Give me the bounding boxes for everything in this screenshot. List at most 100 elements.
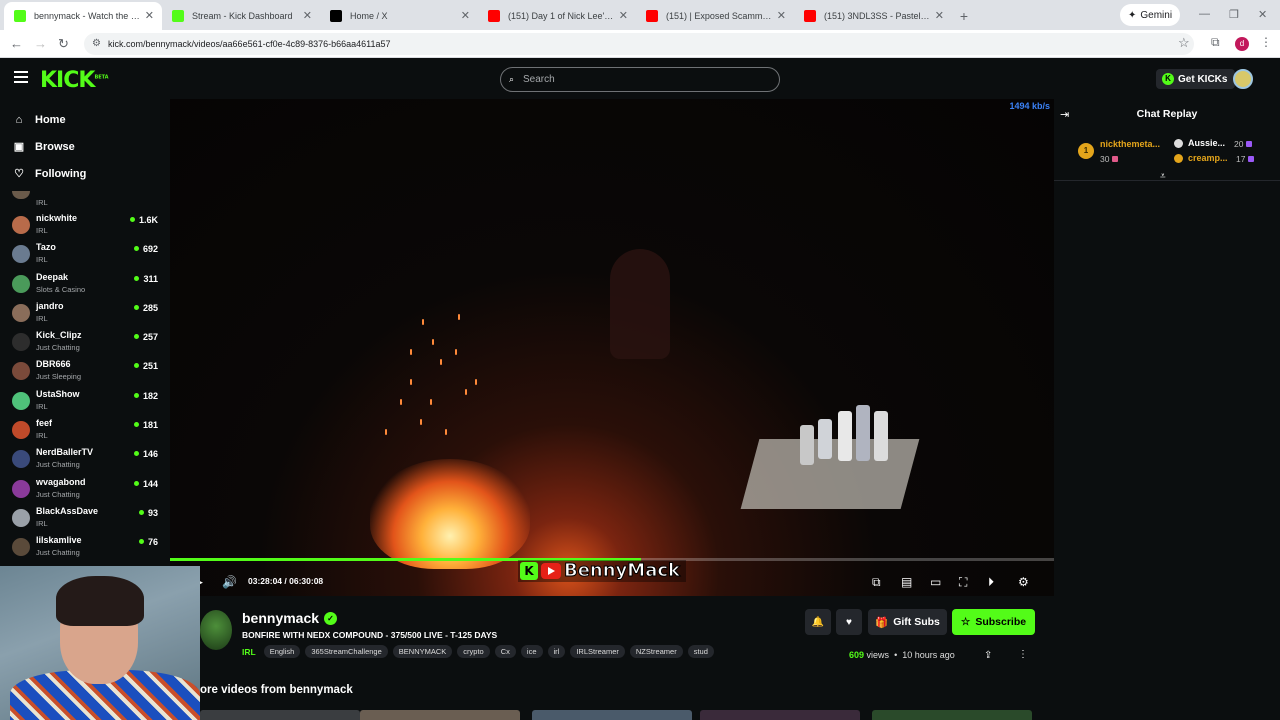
sidebar-item-browse[interactable]: ▣ Browse [0,134,170,161]
channel-name: feef [36,418,53,429]
channel-category: IRL [36,431,48,441]
url-field[interactable]: ⚙ kick.com/bennymack/videos/aa66e561-cf0… [84,33,1194,55]
theater-mode-icon[interactable]: ▭ [930,575,941,589]
close-window-button[interactable]: ✕ [1258,8,1267,21]
follow-heart-button[interactable]: ♥ [836,609,862,635]
gemini-button[interactable]: ✦ Gemini [1120,4,1181,26]
tag-chip[interactable]: NZStreamer [629,645,683,658]
site-info-icon[interactable]: ⚙ [92,33,101,55]
fire-spark [400,399,402,405]
tag-chip[interactable]: Cx [494,645,516,658]
tag-chip[interactable]: English [263,645,301,658]
browser-menu-icon[interactable]: ⋮ [1260,35,1272,49]
sidebar-channel-item[interactable]: Tazo IRL 692 [0,239,170,268]
close-tab-icon[interactable]: ✕ [619,9,628,22]
sidebar-channel-item[interactable]: jandro IRL 285 [0,298,170,327]
close-tab-icon[interactable]: ✕ [935,9,944,22]
settings-gear-icon[interactable]: ⚙ [1018,575,1029,589]
tag-chip[interactable]: BENNYMACK [392,645,453,658]
gift-subs-button[interactable]: 🎁 Gift Subs [868,609,947,635]
get-kicks-button[interactable]: K Get KICKs [1156,69,1236,89]
profile-avatar[interactable]: d [1235,37,1249,51]
fullscreen-icon[interactable]: ⛶ [959,575,967,590]
top-gifters: 1 nickthemeta... 30 Aussie... 20 creamp.… [1054,129,1280,181]
channel-avatar[interactable] [200,610,232,650]
sidebar-item-home[interactable]: ⌂ Home [0,107,170,134]
playback-speed-icon[interactable]: ⏵ [988,575,994,590]
maximize-button[interactable]: ❐ [1229,8,1239,21]
reload-icon[interactable]: ↻ [58,36,69,52]
tag-chip[interactable]: ice [520,645,543,658]
browser-tab[interactable]: (151) 3NDL3SS - Pastel Gho ✕ [794,2,952,30]
sidebar-channel-item[interactable]: DBR666 Just Sleeping 251 [0,356,170,385]
tag-chip[interactable]: IRLStreamer [570,645,625,658]
sidebar-item-following[interactable]: ♡ Following [0,161,170,188]
close-tab-icon[interactable]: ✕ [461,9,470,22]
gifter-name[interactable]: creamp... [1188,153,1228,163]
fire-spark [420,419,422,425]
channel-category: Just Chatting [36,548,80,558]
kick-logo[interactable]: KICKBETA [40,68,109,93]
more-options-icon[interactable]: ⋮ [1018,649,1028,660]
extensions-icon[interactable]: ⧉ [1211,35,1220,50]
sidebar-channel-item[interactable]: BlackAssDave IRL 93 [0,503,170,532]
video-thumbnail[interactable] [200,710,360,720]
tag-chip[interactable]: stud [687,645,714,658]
tag-chip[interactable]: irl [547,645,566,658]
sidebar-channel-item[interactable]: Kick_Clipz Just Chatting 257 [0,327,170,356]
kicks-coin-icon: K [1162,73,1174,85]
sidebar-channel-item[interactable]: wvagabond Just Chatting 144 [0,474,170,503]
channel-name: lilskamlive [36,535,82,546]
back-icon[interactable]: ← [10,36,23,51]
sidebar-channel-item[interactable]: NerdBallerTV Just Chatting 146 [0,444,170,473]
channel-name: BlackAssDave [36,505,99,516]
menu-icon[interactable] [14,71,28,85]
close-tab-icon[interactable]: ✕ [145,9,154,22]
minimize-button[interactable]: — [1199,8,1210,20]
sidebar-channel-item[interactable]: UstaShow IRL 182 [0,386,170,415]
tag-chip[interactable]: crypto [457,645,490,658]
notifications-bell-button[interactable]: 🔔 [805,609,831,635]
sidebar: ⌂ Home ▣ Browse ♡ Following IRL nickwhite IR… [0,99,170,569]
video-thumbnail[interactable] [532,710,692,720]
channel-name[interactable]: bennymack [242,610,319,626]
close-tab-icon[interactable]: ✕ [303,9,312,22]
forward-icon[interactable]: → [34,36,47,51]
miniplayer-icon[interactable]: ⧉ [872,575,881,590]
sidebar-channel-item[interactable]: feef IRL 181 [0,415,170,444]
expand-chevron-icon[interactable]: ⩡ [1160,171,1166,182]
video-thumbnail[interactable] [872,710,1032,720]
browser-tab[interactable]: bennymack - Watch the VOD on Kick✕ [4,2,162,30]
gifter-name[interactable]: nickthemeta... [1100,139,1160,149]
sidebar-channel-item[interactable]: nickwhite IRL 1.6K [0,210,170,239]
followed-channels-list: nickwhite IRL 1.6K Tazo IRL 692 Deepak Slots & … [0,210,170,562]
bonfire [370,459,530,569]
heart-icon: ♡ [14,168,24,180]
bookmark-star-icon[interactable]: ☆ [1178,35,1190,51]
star-icon: ☆ [960,616,971,628]
avatar [12,216,30,234]
category-link[interactable]: IRL [242,647,256,657]
sidebar-channel-item[interactable]: Deepak Slots & Casino 311 [0,269,170,298]
share-icon[interactable]: ⇪ [984,650,992,661]
channel-category: Just Chatting [36,460,80,470]
browser-tab[interactable]: (151) | Exposed Scammers in To✕ [636,2,794,30]
browser-tab[interactable]: (151) Day 1 of Nick Lee's Appr✕ [478,2,636,30]
subscribe-button[interactable]: ☆ Subscribe [952,609,1035,635]
video-thumbnail[interactable] [360,710,520,720]
video-player[interactable]: 1494 kb/s KBennyMack ▶ 🔊 03:28:04 / 06:3… [170,99,1054,596]
video-thumbnail[interactable] [700,710,860,720]
browser-tab[interactable]: Stream - Kick Dashboard ✕ [162,2,320,30]
clip-icon[interactable]: ▤ [901,575,912,589]
volume-icon[interactable]: 🔊 [222,575,237,589]
search-input[interactable]: ⌕ Search [500,67,780,92]
sidebar-channel-item[interactable]: lilskamlive Just Chatting 76 [0,532,170,561]
new-tab-button[interactable]: + [952,2,976,30]
close-tab-icon[interactable]: ✕ [777,9,786,22]
user-avatar[interactable] [1233,69,1253,89]
favicon-icon [488,10,500,22]
gifter-name[interactable]: Aussie... [1188,138,1225,148]
browser-tab[interactable]: Home / X ✕ [320,2,478,30]
avatar [12,333,30,352]
tag-chip[interactable]: 365StreamChallenge [305,645,388,658]
